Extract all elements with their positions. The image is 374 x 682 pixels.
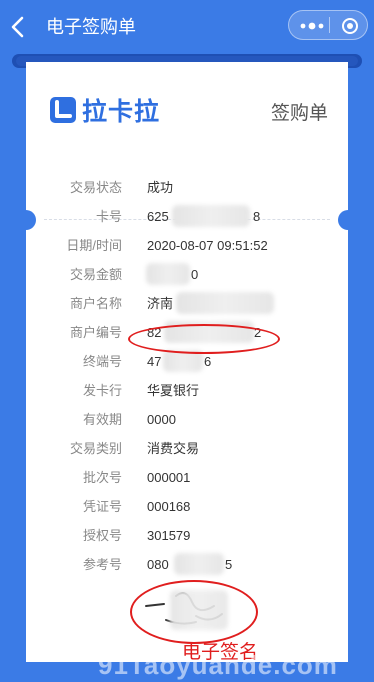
field-value: 2020-08-07 09:51:52 [147,238,268,253]
page-title: 电子签购单 [46,17,136,37]
field-row: 终端号 47 6 [26,350,348,381]
field-value: 华夏银行 [147,383,200,398]
field-label: 交易类别 [69,441,122,456]
lakala-logo-icon [50,97,76,123]
field-value: 成功 [147,180,174,195]
field-value: 000001 [147,470,191,485]
field-row: 日期/时间 2020-08-07 09:51:52 [26,236,348,265]
highlight-oval-signature [130,580,258,644]
field-row: 凭证号 000168 [26,497,348,526]
redaction-blur [176,292,274,314]
field-list: 交易状态 成功 卡号 625 8 日期/时间 2020-08-07 09:51:… [26,178,348,584]
field-row: 授权号 301579 [26,526,348,555]
field-value: 301579 [147,528,191,543]
field-label: 参考号 [82,557,122,572]
mini-program-capsule [288,10,368,40]
field-row: 发卡行 华夏银行 [26,381,348,410]
field-label: 授权号 [82,528,122,543]
brand-name: 拉卡拉 [82,98,161,126]
field-value: 625 [147,209,169,224]
field-label: 卡号 [95,209,122,224]
field-value: 0000 [147,412,176,427]
field-value-tail: 8 [253,209,261,224]
field-value: 47 [147,354,162,369]
redaction-blur [172,205,250,227]
field-value-tail: 6 [204,354,212,369]
more-dots-icon[interactable] [299,19,325,31]
field-row: 商户名称 济南 [26,292,348,323]
field-row: 有效期 0000 [26,410,348,439]
field-label: 交易金额 [69,267,122,282]
field-label: 日期/时间 [66,238,122,253]
chevron-left-icon[interactable] [8,14,28,40]
field-row: 卡号 625 8 [26,205,348,236]
field-row: 批次号 000001 [26,468,348,497]
field-label: 有效期 [82,412,122,427]
field-value: 济南 [147,296,174,311]
field-label: 交易状态 [69,180,122,195]
field-row: 交易状态 成功 [26,178,348,207]
field-label: 发卡行 [82,383,122,398]
field-value: 000168 [147,499,191,514]
field-value: 消费交易 [147,441,200,456]
nav-bar: 电子签购单 [0,0,374,54]
field-row: 交易类别 消费交易 [26,439,348,468]
highlight-oval-merchant-id [128,324,280,354]
capsule-divider [329,17,330,33]
field-label: 终端号 [82,354,122,369]
field-value-tail: 5 [225,557,233,572]
field-value-tail: 0 [191,267,199,282]
redaction-blur [146,263,190,285]
field-value: 080 [147,557,169,572]
field-label: 凭证号 [82,499,122,514]
field-label: 商户名称 [69,296,122,311]
field-row: 交易金额 0 [26,263,348,294]
target-circle-icon[interactable] [341,17,359,35]
field-label: 批次号 [82,470,122,485]
receipt-paper: 拉卡拉 签购单 交易状态 成功 卡号 625 8 日期/时间 2020-08-0… [26,62,348,662]
watermark: 91Taoyuande.com [98,650,338,680]
document-label: 签购单 [270,103,328,124]
brand-logo: 拉卡拉 [50,94,160,126]
redaction-blur [174,553,224,575]
field-label: 商户编号 [69,325,122,340]
